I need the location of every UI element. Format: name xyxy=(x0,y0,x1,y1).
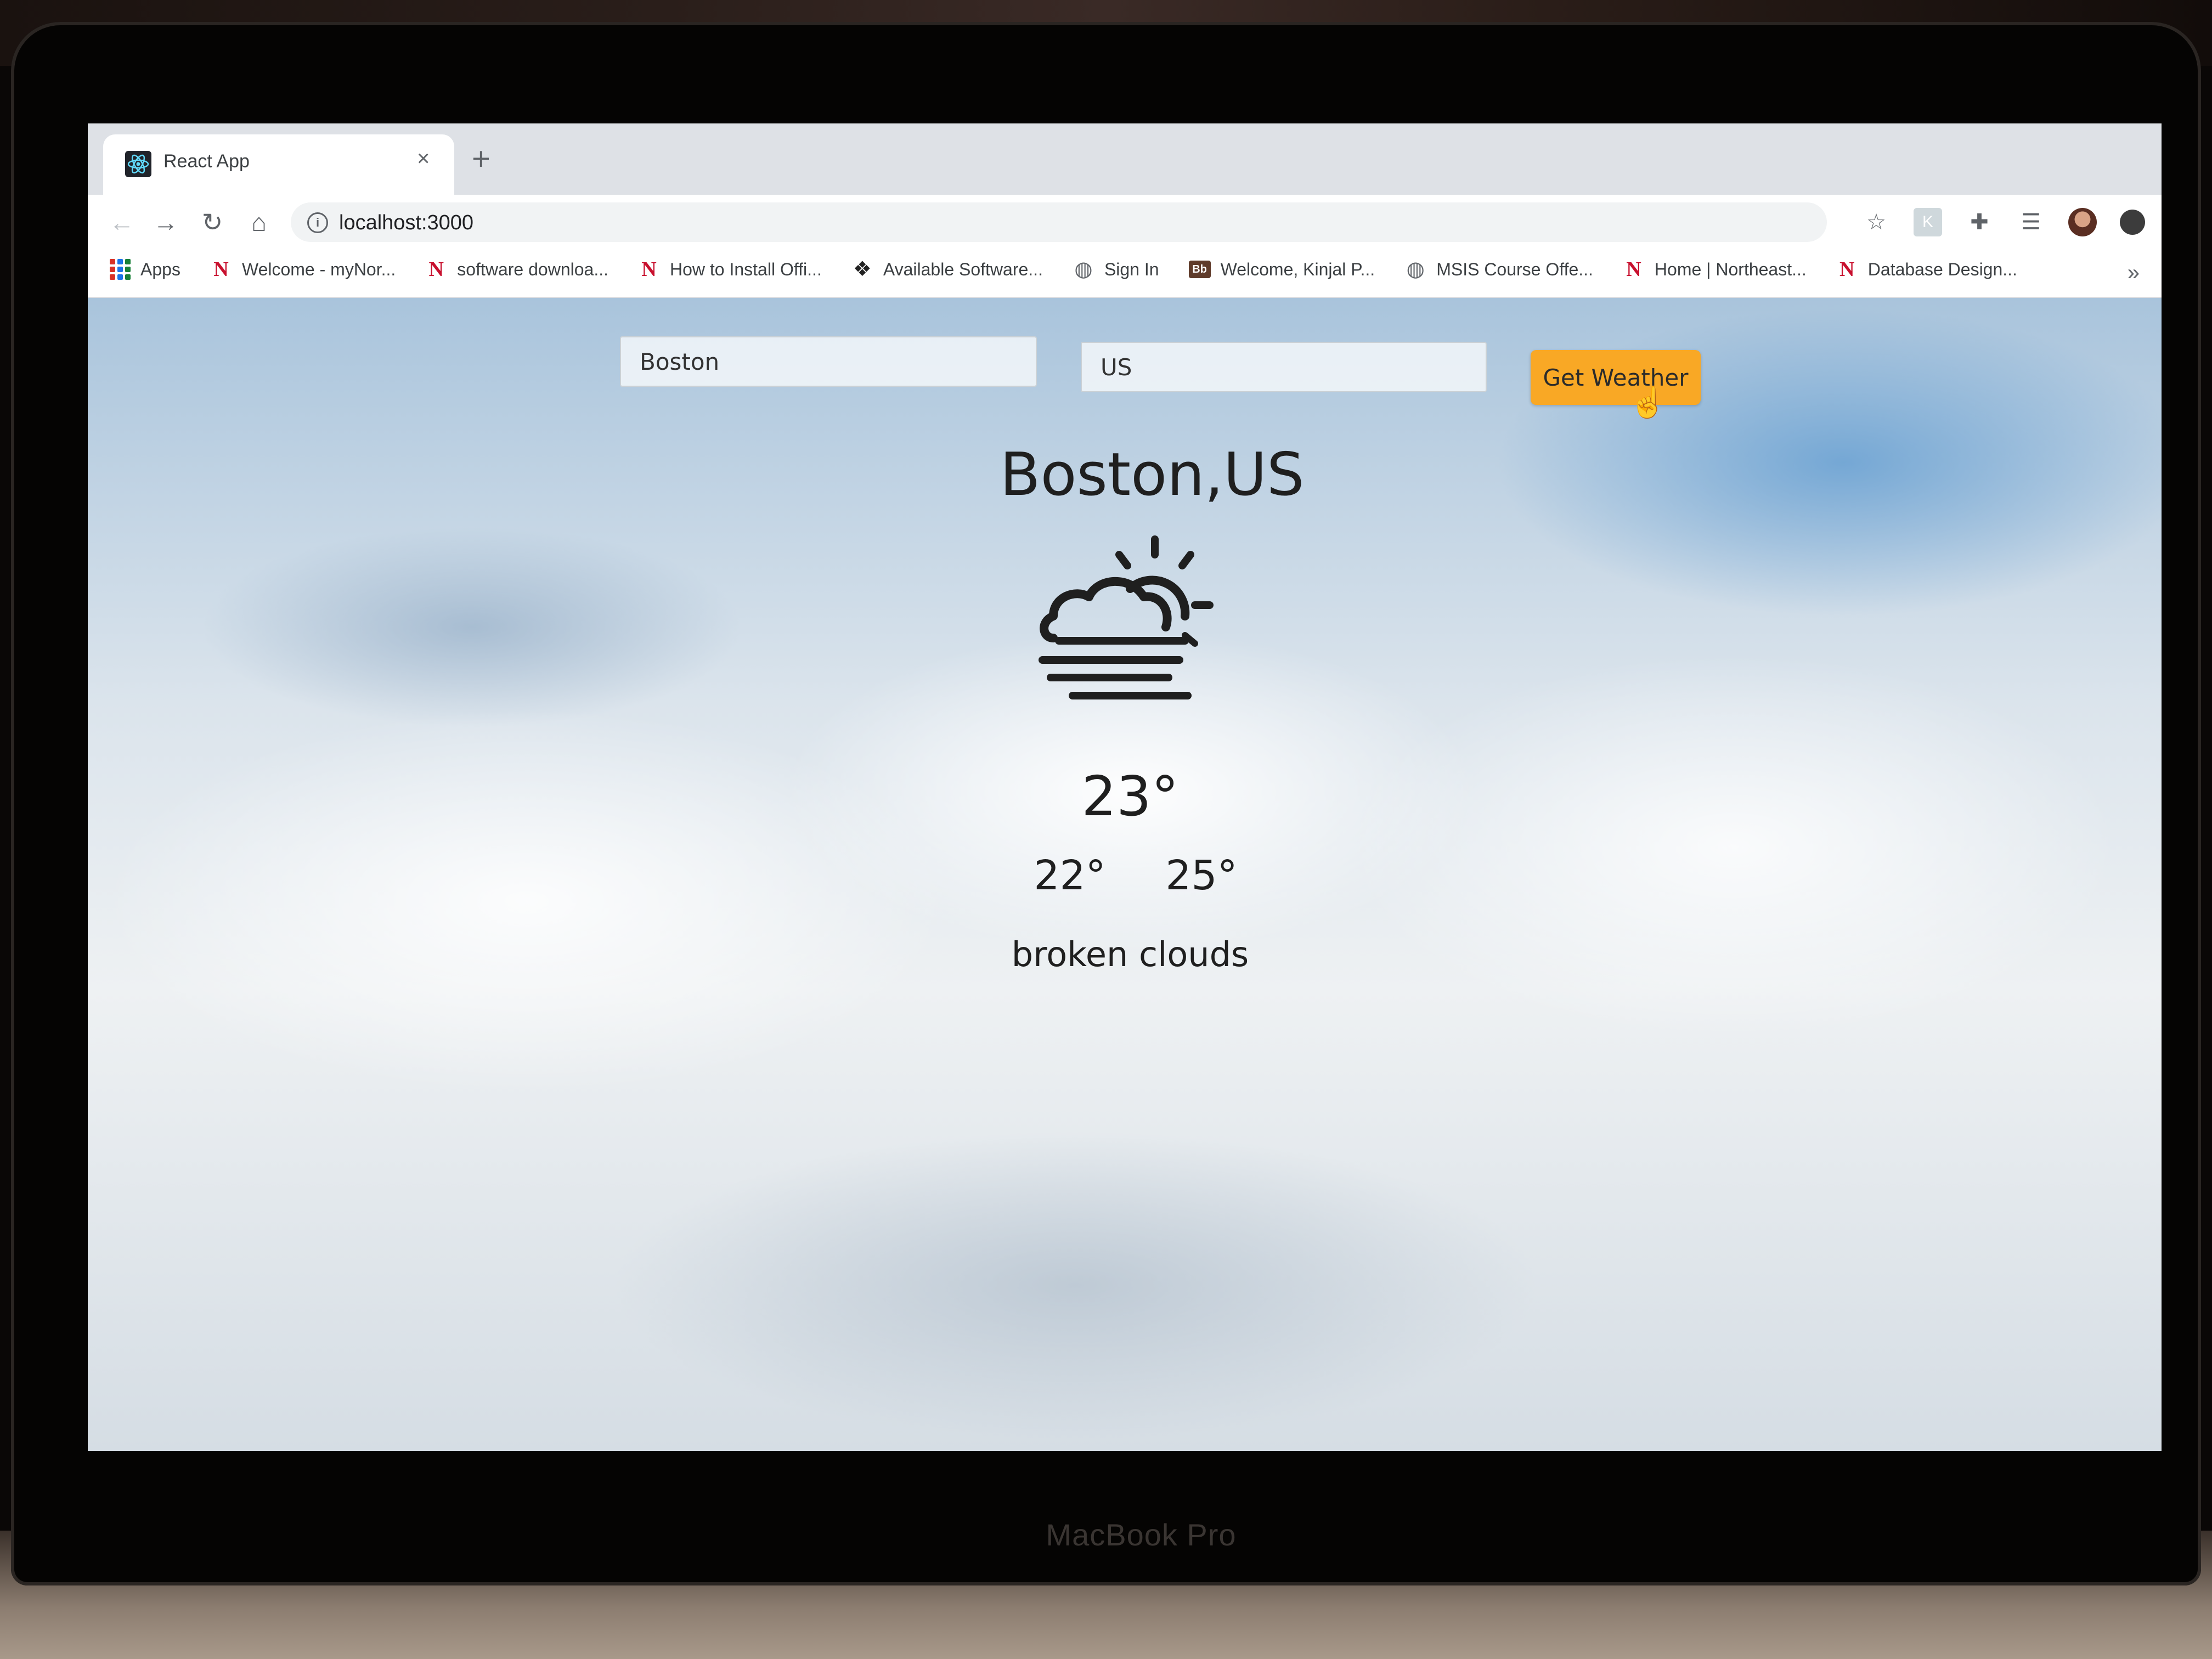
partly-cloudy-fog-icon xyxy=(1039,535,1214,699)
apps-grid-icon xyxy=(110,259,131,280)
bookmark-database-design[interactable]: N Database Design... xyxy=(1836,258,2017,280)
bookmark-sign-in[interactable]: ◍ Sign In xyxy=(1073,258,1159,280)
bookmark-msis-courses[interactable]: ◍ MSIS Course Offe... xyxy=(1404,258,1593,280)
bookmark-apps[interactable]: Apps xyxy=(110,259,180,280)
bookmark-label: Welcome - myNor... xyxy=(241,259,396,279)
hand-cursor-icon: ☝ xyxy=(1629,386,1667,419)
bookmark-label: Database Design... xyxy=(1867,259,2017,279)
tab-react-app[interactable]: React App × xyxy=(103,134,454,195)
city-input[interactable] xyxy=(620,336,1037,387)
reload-icon[interactable]: ↻ xyxy=(195,205,230,240)
bookmark-home-northeastern[interactable]: N Home | Northeast... xyxy=(1623,258,1807,280)
react-icon xyxy=(125,151,151,177)
bookmark-label: Sign In xyxy=(1104,259,1159,279)
location-title: Boston,US xyxy=(1000,441,1305,509)
account-icon[interactable] xyxy=(2120,210,2145,235)
get-weather-button[interactable]: Get Weather xyxy=(1531,350,1701,405)
profile-avatar[interactable] xyxy=(2068,208,2097,236)
northeastern-icon: N xyxy=(1839,258,1855,281)
northeastern-icon: N xyxy=(1626,258,1641,281)
bookmark-label: Available Software... xyxy=(883,259,1043,279)
tab-strip: React App × + xyxy=(88,123,2162,195)
bookmark-star-icon[interactable]: ☆ xyxy=(1862,208,1891,236)
browser-toolbar: ← → ↻ ⌂ i localhost:3000 ☆ K ✚ ☰ xyxy=(88,195,2162,250)
forward-icon[interactable]: → xyxy=(148,205,183,240)
bookmark-label: software downloa... xyxy=(457,259,608,279)
bookmarks-bar: Apps N Welcome - myNor... N software dow… xyxy=(88,250,2162,298)
bookmark-label: Apps xyxy=(140,259,180,279)
back-icon[interactable]: ← xyxy=(104,205,139,240)
extension-k-icon[interactable]: K xyxy=(1914,208,1942,236)
weather-description: broken clouds xyxy=(1011,934,1249,974)
bookmark-label: How to Install Offi... xyxy=(669,259,822,279)
bookmark-mynortheastern[interactable]: N Welcome - myNor... xyxy=(210,258,396,280)
country-input[interactable] xyxy=(1081,342,1487,392)
home-icon[interactable]: ⌂ xyxy=(241,205,276,240)
northeastern-icon: N xyxy=(641,258,657,281)
tab-title: React App xyxy=(163,151,250,172)
bookmark-available-software[interactable]: ❖ Available Software... xyxy=(851,258,1043,280)
bookmark-label: Home | Northeast... xyxy=(1654,259,1807,279)
new-tab-button[interactable]: + xyxy=(472,143,490,175)
address-bar[interactable]: i localhost:3000 xyxy=(291,202,1827,242)
bookmark-label: Welcome, Kinjal P... xyxy=(1220,259,1375,279)
more-bookmarks-icon[interactable]: » xyxy=(2128,261,2140,285)
bookmark-blackboard[interactable]: Bb Welcome, Kinjal P... xyxy=(1188,259,1375,280)
bookmark-install-office[interactable]: N How to Install Offi... xyxy=(638,258,822,280)
info-icon[interactable]: i xyxy=(307,212,328,233)
globe-icon: ◍ xyxy=(1406,258,1425,281)
toolbar-actions: ☆ K ✚ ☰ xyxy=(1862,206,2145,239)
bookmark-software-download[interactable]: N software downloa... xyxy=(425,258,608,280)
northeastern-icon: N xyxy=(428,258,444,281)
weather-page: Get Weather ☝ Boston,US 23° 22° 25° brok… xyxy=(88,298,2162,1451)
extensions-puzzle-icon[interactable]: ✚ xyxy=(1965,208,1994,236)
min-temperature: 22° xyxy=(1034,852,1106,899)
reading-list-icon[interactable]: ☰ xyxy=(2017,208,2045,236)
globe-icon: ◍ xyxy=(1074,258,1093,281)
device-label: MacBook Pro xyxy=(1046,1517,1237,1552)
paw-icon: ❖ xyxy=(853,258,872,281)
max-temperature: 25° xyxy=(1165,852,1238,899)
bookmark-label: MSIS Course Offe... xyxy=(1436,259,1593,279)
browser-window: React App × + ← → ↻ ⌂ i localhost:3000 ☆… xyxy=(88,123,2162,1451)
current-temperature: 23° xyxy=(1081,764,1179,828)
blackboard-icon: Bb xyxy=(1188,261,1211,278)
url-text[interactable]: localhost:3000 xyxy=(339,211,473,235)
northeastern-icon: N xyxy=(213,258,229,281)
close-icon[interactable]: × xyxy=(417,146,430,171)
